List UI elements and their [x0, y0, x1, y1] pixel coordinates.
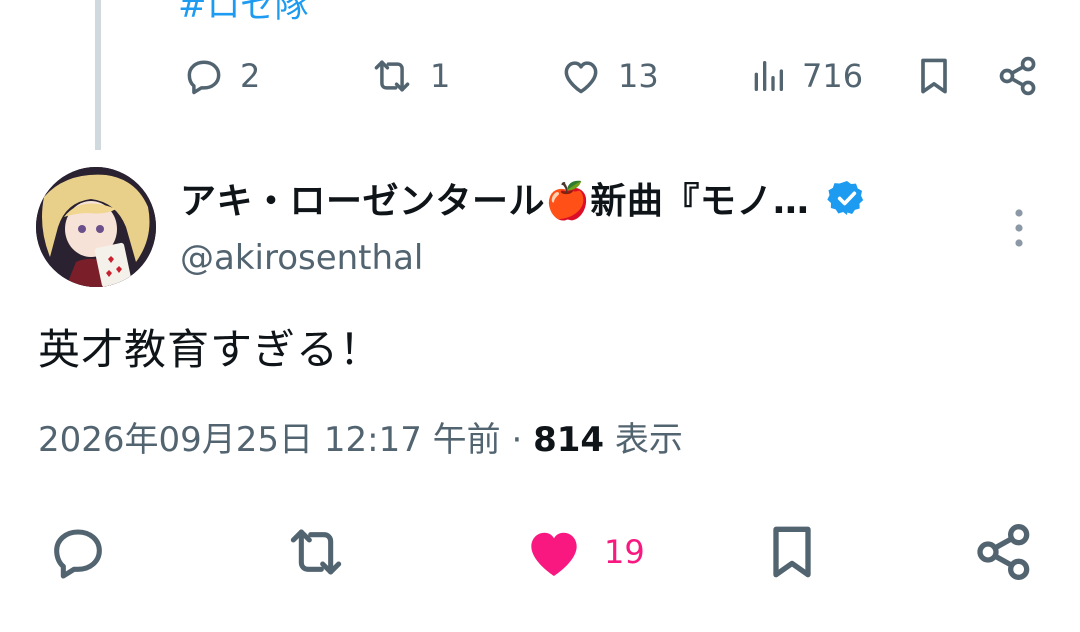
tweet-action-bar: 19 [0, 512, 1080, 592]
verified-badge-icon [827, 181, 864, 215]
share-icon [999, 56, 1036, 96]
more-vertical-icon [1015, 209, 1023, 247]
previous-tweet-action-bar: 2 1 13 716 [0, 52, 1080, 100]
retweet-icon [290, 529, 342, 575]
previous-reply-button[interactable]: 2 [182, 52, 260, 100]
like-count: 19 [604, 533, 645, 571]
heart-icon [564, 61, 598, 94]
retweet-icon [374, 60, 410, 92]
previous-bookmark-button[interactable] [912, 52, 956, 100]
previous-reply-count: 2 [240, 57, 261, 95]
tweet-meta: 2026年09月25日 12:17 午前 · 814 表示 [38, 412, 683, 461]
retweet-button[interactable] [280, 512, 352, 592]
bookmark-icon [921, 58, 947, 94]
bookmark-button[interactable] [760, 512, 824, 592]
reply-icon [54, 529, 102, 579]
share-button[interactable] [972, 512, 1036, 592]
previous-retweet-button[interactable]: 1 [368, 52, 450, 100]
tweet-view-label: 表示 [614, 420, 683, 460]
bookmark-icon [773, 526, 811, 578]
previous-like-count: 13 [618, 57, 659, 95]
author-name-row: アキ・ローゼンタール🍎新曲『モノ… [180, 172, 867, 224]
share-icon [977, 524, 1030, 580]
heart-filled-icon [531, 532, 577, 576]
previous-views-button[interactable]: 716 [748, 52, 863, 100]
reply-icon [187, 60, 221, 95]
analytics-icon [754, 61, 783, 92]
author-handle[interactable]: @akirosenthal [180, 238, 423, 278]
previous-like-button[interactable]: 13 [558, 52, 659, 100]
tweet-view-count: 814 [533, 420, 605, 460]
previous-tweet-hashtag[interactable]: #ロゼ隊 [178, 0, 309, 27]
reply-button[interactable] [46, 512, 110, 592]
previous-share-button[interactable] [996, 52, 1040, 100]
avatar[interactable] [36, 167, 156, 287]
like-button[interactable]: 19 [518, 512, 645, 592]
previous-retweet-count: 1 [430, 57, 451, 95]
meta-separator: · [511, 420, 523, 460]
more-options-button[interactable] [1005, 208, 1033, 248]
author-display-name[interactable]: アキ・ローゼンタール🍎新曲『モノ… [180, 172, 809, 224]
tweet-timestamp[interactable]: 2026年09月25日 12:17 午前 [38, 420, 501, 460]
tweet-text: 英才教育すぎる！ [38, 325, 383, 374]
previous-view-count: 716 [802, 57, 864, 95]
